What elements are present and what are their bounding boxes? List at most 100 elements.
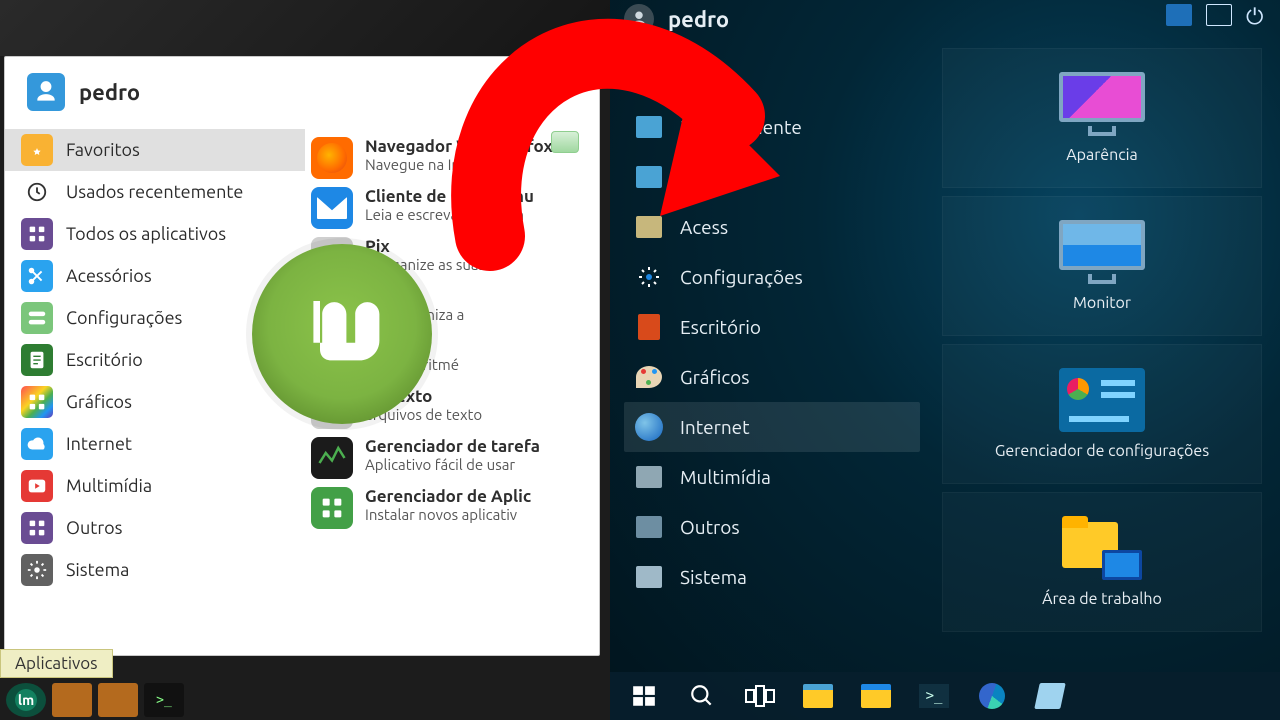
power-icon[interactable]: ⏻ [1246, 4, 1272, 26]
tile-label: Área de trabalho [1042, 590, 1162, 608]
keymap-icon [632, 210, 666, 244]
sidebar-item-acess[interactable]: Acessórios [5, 255, 305, 297]
sidebar-item-label: Outros [66, 518, 122, 538]
win-item-label: entemente [707, 116, 802, 138]
terminal-icon[interactable]: >_ [916, 678, 952, 714]
lock-toggle-icon[interactable] [551, 131, 579, 153]
win-item-label: Acess [680, 216, 728, 238]
explorer1-icon[interactable] [800, 678, 836, 714]
win-item-net[interactable]: Internet [624, 402, 920, 452]
win-item-acess[interactable]: Acess [624, 202, 920, 252]
search-icon[interactable] [684, 678, 720, 714]
clock-icon [21, 176, 53, 208]
sidebar-item-others[interactable]: Outros [5, 507, 305, 549]
app-desc: Aplicativo fácil de usar [365, 456, 540, 473]
sidebar-item-label: Multimídia [66, 476, 152, 496]
win-item-label: ritos [680, 66, 719, 88]
pc-icon [632, 560, 666, 594]
app-title: Gerenciador de tarefa [365, 437, 540, 456]
sidebar-item-label: Favoritos [66, 140, 140, 160]
win-taskbar: >_ [610, 672, 1280, 720]
stack-icon [632, 510, 666, 544]
taskview-icon[interactable] [742, 678, 778, 714]
sidebar-item-internet[interactable]: Internet [5, 423, 305, 465]
app-title: Navegador Web Firefox [365, 137, 553, 156]
tb-files-icon[interactable] [52, 683, 92, 717]
win-item-recent[interactable]: Uentemente [624, 102, 920, 152]
mint-logo-overlay [252, 244, 432, 424]
win-user-row[interactable]: pedro [624, 4, 729, 34]
palette-icon [632, 360, 666, 394]
office-icon [632, 310, 666, 344]
window-icon [632, 110, 666, 144]
play-icon [21, 470, 53, 502]
win-item-label: Multimídia [680, 466, 771, 488]
tb-terminal-icon[interactable]: >_ [144, 683, 184, 717]
app-item[interactable]: Cliente de E-mail ThuLeia e escreva suas… [305, 183, 599, 233]
firefox-icon [311, 137, 353, 179]
app-item[interactable]: 4 24" fill="#fff">Gerenciador de AplicIn… [305, 483, 599, 533]
sidebar-item-graphics[interactable]: Gráficos [5, 381, 305, 423]
gear-icon [21, 554, 53, 586]
start-icon[interactable] [626, 678, 662, 714]
sidebar-item-recent[interactable]: Usados recentemente [5, 171, 305, 213]
tile-label: Gerenciador de configurações [995, 442, 1209, 460]
globe-icon [632, 410, 666, 444]
win-item-label: Outros [680, 516, 740, 538]
sidebar-item-favorites[interactable]: Favoritos [5, 129, 305, 171]
win-item-graph[interactable]: Gráficos [624, 352, 920, 402]
sidebar-item-label: Configurações [66, 308, 182, 328]
scissors-icon [21, 260, 53, 292]
win-item-office[interactable]: Escritório [624, 302, 920, 352]
star-folder-icon [21, 134, 53, 166]
mint-username: pedro [79, 80, 140, 105]
sidebar-item-allapps[interactable]: Todos os aplicativos [5, 213, 305, 255]
tile-3[interactable]: Área de trabalho [942, 492, 1262, 632]
app-item[interactable]: Gerenciador de tarefaAplicativo fácil de… [305, 433, 599, 483]
explorer2-icon[interactable] [858, 678, 894, 714]
star-icon [632, 60, 666, 94]
win-item-sys[interactable]: Sistema [624, 552, 920, 602]
lock-icon[interactable] [1206, 4, 1232, 26]
tile-2[interactable]: Gerenciador de configurações [942, 344, 1262, 484]
sidebar-item-multimedia[interactable]: Multimídia [5, 465, 305, 507]
win-item-label: Sistema [680, 566, 747, 588]
win-item-label: Configurações [680, 266, 803, 288]
grid-icon [21, 512, 53, 544]
app-title: Cliente de E-mail Thu [365, 187, 534, 206]
win-item-mm[interactable]: Multimídia [624, 452, 920, 502]
sidebar-item-label: Acessórios [66, 266, 152, 286]
win-item-label: cativos [680, 166, 739, 188]
tile-0[interactable]: Aparência [942, 48, 1262, 188]
mint-categories: Favoritos Usados recentemente Todos os apl… [5, 125, 305, 653]
sidebar-item-label: Todos os aplicativos [66, 224, 226, 244]
win-item-config[interactable]: Configurações [624, 252, 920, 302]
grid-icon [632, 160, 666, 194]
app-desc: Navegue na Internet [365, 156, 553, 173]
mint-user-row[interactable]: pedro [5, 57, 599, 125]
app-desc: Leia e escreva suas men [365, 206, 534, 223]
win-item-all[interactable]: cativos [624, 152, 920, 202]
svg-text:lm: lm [18, 692, 34, 708]
grid-icon [21, 218, 53, 250]
mint-taskbar: lm >_ [0, 680, 610, 720]
tile-label: Aparência [1066, 146, 1138, 164]
sidebar-item-label: Gráficos [66, 392, 132, 412]
win-tiles: Aparência Monitor Gerenciador de configura… [942, 48, 1262, 632]
doc-icon [21, 344, 53, 376]
gear-icon [632, 260, 666, 294]
notes-icon[interactable] [1032, 678, 1068, 714]
win-item-other[interactable]: Outros [624, 502, 920, 552]
tb-files2-icon[interactable] [98, 683, 138, 717]
edge-icon[interactable] [974, 678, 1010, 714]
settings-tile-icon[interactable] [1166, 4, 1192, 26]
mint-menu-button[interactable]: lm [6, 683, 46, 717]
win-item-fav[interactable]: ritos [624, 52, 920, 102]
win-desktop: pedro ⏻ ritos Uentemente cativos Acess Confi… [610, 0, 1280, 720]
sidebar-item-system[interactable]: Sistema [5, 549, 305, 591]
win-item-label: Internet [680, 416, 750, 438]
appearance-monitor-icon [1059, 72, 1145, 136]
taskmgr-icon [311, 437, 353, 479]
tile-1[interactable]: Monitor [942, 196, 1262, 336]
apps-tooltip: Aplicativos [0, 649, 113, 678]
